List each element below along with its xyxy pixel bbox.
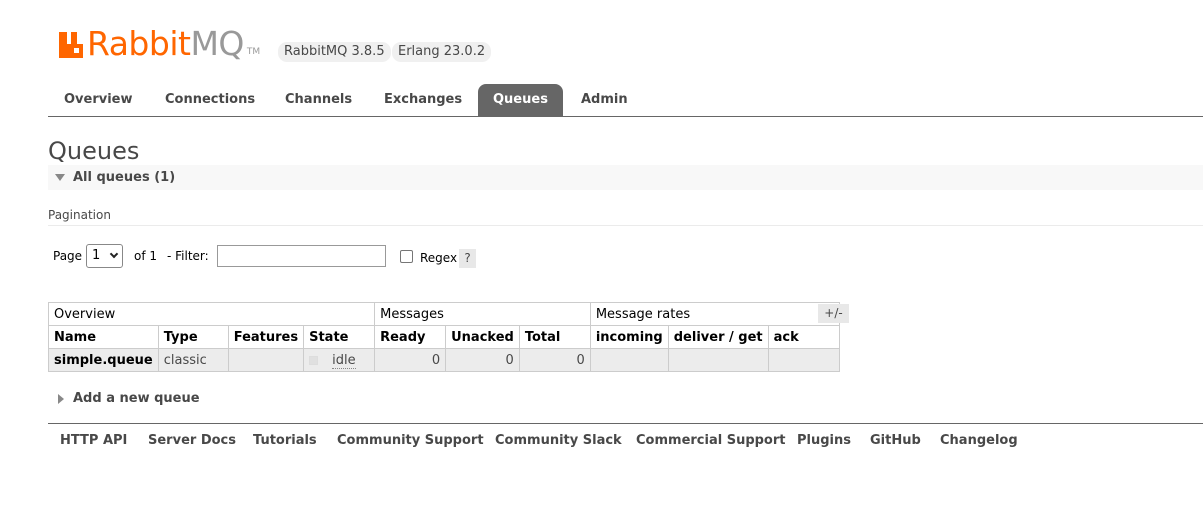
page-select[interactable]: 1 [86, 244, 123, 268]
footer-link-commercial-support[interactable]: Commercial Support [636, 432, 786, 450]
triangle-down-icon [55, 174, 65, 181]
page-of-label: of 1 [134, 249, 158, 263]
queue-ack [767, 348, 840, 372]
col-unacked[interactable]: Unacked [445, 325, 520, 349]
queue-incoming [589, 348, 669, 372]
all-queues-label: All queues (1) [73, 170, 176, 185]
page-select-value: 1 [92, 248, 101, 263]
regex-checkbox[interactable] [400, 250, 413, 263]
rabbit-icon [59, 32, 83, 58]
group-header-overview: Overview [47, 302, 376, 326]
footer-link-changelog[interactable]: Changelog [940, 432, 1018, 450]
col-type[interactable]: Type [157, 325, 229, 349]
table-row: simple.queue classic idle 0 0 0 [48, 348, 840, 372]
page-title: Queues [48, 137, 140, 165]
add-queue-label: Add a new queue [73, 391, 200, 406]
pagination-title: Pagination [48, 208, 111, 222]
pagination-divider [48, 225, 1203, 226]
col-deliver-get[interactable]: deliver / get [667, 325, 769, 349]
toggle-columns-button[interactable]: +/- [818, 304, 849, 323]
group-header-messages: Messages [374, 302, 591, 326]
main-tabs: Overview Connections Channels Exchanges … [48, 84, 1203, 117]
queue-deliver-get [667, 348, 769, 372]
footer-link-community-support[interactable]: Community Support [337, 432, 484, 450]
rabbitmq-version-badge: RabbitMQ 3.8.5 [278, 42, 391, 62]
tab-overview[interactable]: Overview [49, 84, 148, 116]
state-indicator-icon [309, 355, 319, 365]
tab-admin[interactable]: Admin [566, 84, 643, 116]
footer-link-tutorials[interactable]: Tutorials [253, 432, 317, 450]
footer-link-server-docs[interactable]: Server Docs [148, 432, 236, 450]
footer-link-community-slack[interactable]: Community Slack [495, 432, 622, 450]
regex-label: Regex [420, 251, 458, 265]
filter-label: - Filter: [167, 249, 209, 263]
queue-unacked: 0 [445, 348, 520, 372]
queue-state: idle [332, 352, 356, 369]
col-ack[interactable]: ack [767, 325, 840, 349]
regex-help-button[interactable]: ? [459, 249, 476, 268]
logo-tm: TM [246, 47, 261, 57]
tab-channels[interactable]: Channels [270, 84, 367, 116]
queue-ready: 0 [374, 348, 447, 372]
rabbitmq-logo[interactable]: Rabbit MQ TM [59, 27, 260, 61]
chevron-down-icon [109, 249, 119, 259]
tab-exchanges[interactable]: Exchanges [369, 84, 477, 116]
footer-link-plugins[interactable]: Plugins [797, 432, 851, 450]
queue-features [227, 348, 305, 372]
group-header-message-rates: Message rates [589, 302, 840, 326]
col-total[interactable]: Total [518, 325, 591, 349]
logo-text-rabbit: Rabbit [87, 24, 191, 63]
col-name[interactable]: Name [48, 325, 159, 349]
logo-text-mq: MQ [190, 24, 244, 63]
filter-input[interactable] [217, 245, 386, 267]
col-incoming[interactable]: incoming [589, 325, 669, 349]
all-queues-section-toggle[interactable]: All queues (1) [48, 165, 1203, 190]
triangle-right-icon [58, 394, 64, 404]
queue-name-link[interactable]: simple.queue [48, 348, 159, 372]
queue-type: classic [157, 348, 229, 372]
col-features[interactable]: Features [227, 325, 305, 349]
page-label: Page [53, 249, 83, 263]
footer-link-github[interactable]: GitHub [870, 432, 921, 450]
queue-total: 0 [518, 348, 591, 372]
footer-link-http-api[interactable]: HTTP API [60, 432, 127, 450]
col-ready[interactable]: Ready [374, 325, 447, 349]
col-state[interactable]: State [303, 325, 376, 349]
footer-divider [48, 423, 1203, 424]
tab-queues[interactable]: Queues [478, 84, 563, 116]
erlang-version-badge: Erlang 23.0.2 [392, 42, 492, 62]
tab-connections[interactable]: Connections [150, 84, 270, 116]
queues-table: Overview Messages Message rates Name Typ… [47, 302, 840, 372]
queue-state-cell: idle [303, 348, 376, 372]
